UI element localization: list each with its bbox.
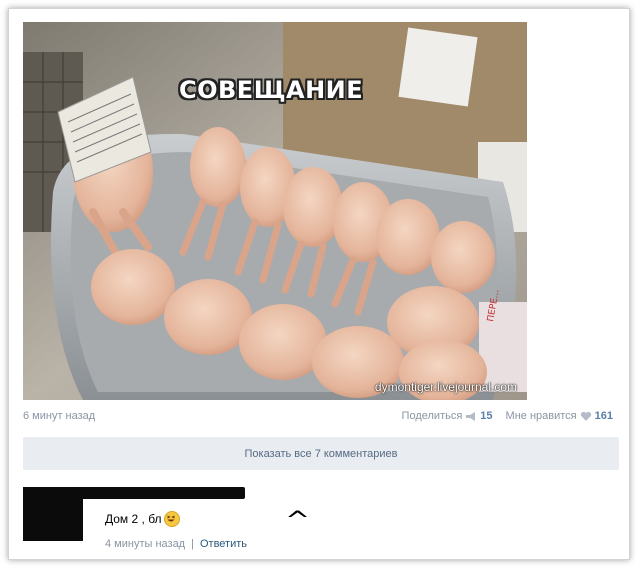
megaphone-icon <box>465 411 477 422</box>
post-photo[interactable]: ПЕРЕ… СОВЕЩАНИЕ dymontiger.livejournal.c… <box>23 22 527 400</box>
meta-separator: | <box>191 538 194 550</box>
share-button[interactable]: Поделиться <box>402 410 463 422</box>
image-watermark: dymontiger.livejournal.com <box>374 380 517 394</box>
reply-button[interactable]: Ответить <box>200 538 247 550</box>
comment-text-row: Дом 2 , бл <box>105 511 180 527</box>
show-all-comments-button[interactable]: Показать все 7 комментариев <box>23 437 619 470</box>
handwritten-caret-mark: ^ <box>285 506 311 535</box>
share-count: 15 <box>480 410 493 422</box>
redacted-avatar <box>23 487 83 541</box>
image-caption: СОВЕЩАНИЕ <box>179 76 364 104</box>
comment-meta: 4 минуты назад | Ответить <box>105 538 247 550</box>
comment-timestamp[interactable]: 4 минуты назад <box>105 538 185 550</box>
redacted-author-name <box>75 487 245 499</box>
post-meta-bar: 6 минут назад Поделиться 15 Мне нравится… <box>23 410 613 426</box>
post-timestamp[interactable]: 6 минут назад <box>23 410 95 422</box>
post-card: ПЕРЕ… СОВЕЩАНИЕ dymontiger.livejournal.c… <box>8 8 630 560</box>
like-button[interactable]: Мне нравится <box>506 410 577 422</box>
heart-icon <box>580 411 592 422</box>
post-actions: Поделиться 15 Мне нравится 161 <box>402 410 613 422</box>
comment-item: Дом 2 , бл ^ 4 минуты назад | Ответить <box>23 481 613 550</box>
laughing-emoji-icon <box>163 511 180 527</box>
comment-text: Дом 2 , бл <box>105 512 162 526</box>
like-count: 161 <box>594 410 613 422</box>
